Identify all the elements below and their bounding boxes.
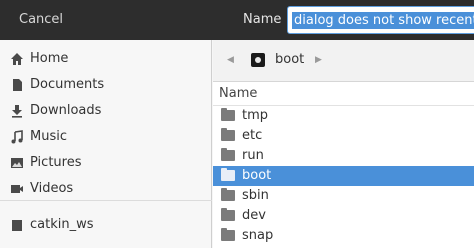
folder-icon xyxy=(221,188,235,201)
cancel-button[interactable]: Cancel xyxy=(19,12,63,27)
folder-icon xyxy=(221,228,235,241)
sidebar-item-downloads[interactable]: Downloads xyxy=(0,98,212,124)
folder-icon xyxy=(221,128,235,141)
folder-icon xyxy=(221,108,235,121)
list-item[interactable]: run xyxy=(213,146,474,166)
path-bar: ◀ boot ▶ xyxy=(213,40,474,82)
list-item[interactable]: sbin xyxy=(213,186,474,206)
path-button-label: boot xyxy=(275,52,305,67)
sidebar-item-music[interactable]: Music xyxy=(0,124,212,150)
sidebar-item-label: Videos xyxy=(30,181,74,196)
path-scroll-right-icon[interactable]: ▶ xyxy=(315,55,325,67)
list-item[interactable]: dev xyxy=(213,206,474,226)
sidebar-item-label: Home xyxy=(30,51,69,66)
sidebar-item-home[interactable]: Home xyxy=(0,46,212,72)
sidebar-item-label: Music xyxy=(30,129,67,144)
filename-input[interactable]: dialog does not show recently o xyxy=(287,6,474,34)
download-icon xyxy=(12,105,22,118)
picture-icon xyxy=(11,158,23,168)
list-item-label: etc xyxy=(242,128,263,143)
folder-icon xyxy=(221,148,235,161)
sidebar-item-label: catkin_ws xyxy=(30,217,94,232)
sidebar-divider xyxy=(0,200,212,201)
list-item-selected[interactable]: boot xyxy=(213,166,474,186)
folder-icon xyxy=(12,220,22,231)
list-item-label: run xyxy=(242,148,264,163)
name-label: Name xyxy=(243,12,282,27)
path-button-boot[interactable]: boot xyxy=(247,48,317,74)
sidebar-item-documents[interactable]: Documents xyxy=(0,72,212,98)
sidebar-item-pictures[interactable]: Pictures xyxy=(0,150,212,176)
path-scroll-left-icon[interactable]: ◀ xyxy=(227,55,237,67)
list-item[interactable]: etc xyxy=(213,126,474,146)
filename-selected-text: dialog does not show recently o xyxy=(292,12,474,29)
column-header-label: Name xyxy=(219,86,258,101)
folder-icon xyxy=(221,208,235,221)
sidebar-item-label: Documents xyxy=(30,77,105,92)
list-item[interactable]: tmp xyxy=(213,106,474,126)
sidebar-item-videos[interactable]: Videos xyxy=(0,176,212,202)
column-header-name[interactable]: Name xyxy=(213,82,474,106)
list-item[interactable]: snap xyxy=(213,226,474,246)
music-icon xyxy=(11,130,23,144)
list-item-label: dev xyxy=(242,208,266,223)
sidebar-item-label: Downloads xyxy=(30,103,102,118)
folder-icon xyxy=(221,168,235,181)
header-bar: Cancel Name dialog does not show recentl… xyxy=(0,0,474,40)
list-item-label: snap xyxy=(242,228,274,243)
sidebar-item-catkin-ws[interactable]: catkin_ws xyxy=(0,212,212,238)
document-icon xyxy=(13,79,22,91)
sidebar-item-label: Pictures xyxy=(30,155,82,170)
home-icon xyxy=(11,53,23,65)
list-item-label: tmp xyxy=(242,108,269,123)
video-icon xyxy=(11,185,23,193)
places-sidebar: Home Documents Downloads Music Pictures xyxy=(0,40,212,248)
file-list: Name tmp etc run boot sbin dev snap xyxy=(213,82,474,248)
drive-icon xyxy=(251,53,265,67)
list-item-label: boot xyxy=(242,168,272,183)
list-item-label: sbin xyxy=(242,188,269,203)
